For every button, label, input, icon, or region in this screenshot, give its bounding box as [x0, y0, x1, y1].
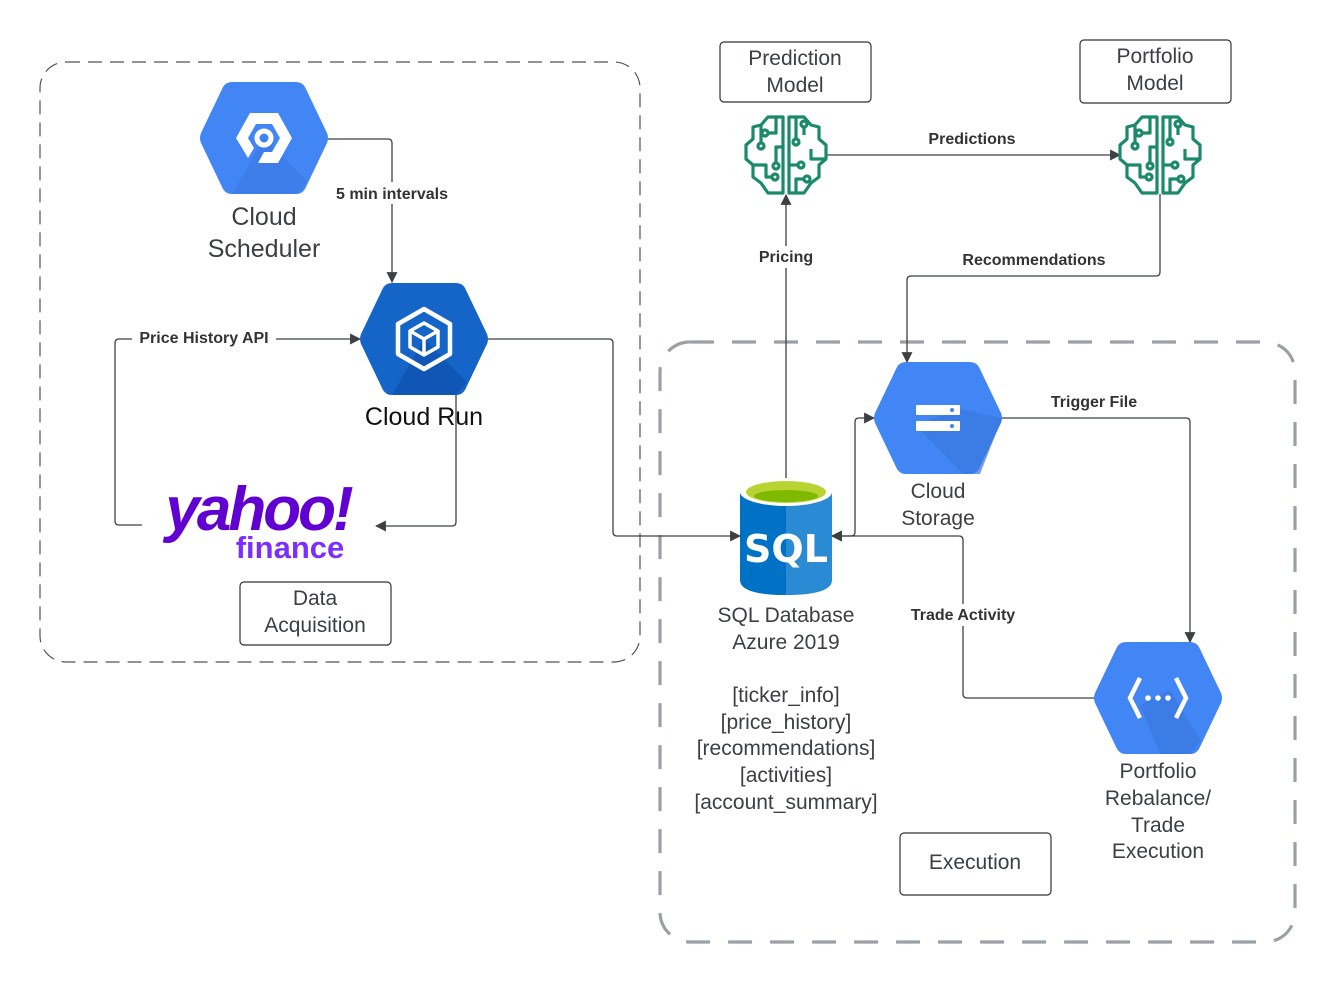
data-acquisition-group — [39, 61, 641, 663]
edge-scheduler-to-run — [328, 138, 398, 284]
sql-database-node[interactable]: SQL SQL Database Azure 2019 [ticker_info… — [694, 478, 878, 814]
edge-label-5-min-intervals: 5 min intervals — [336, 186, 448, 203]
sql-table-name: [ticker_info] — [732, 684, 839, 707]
portfolio-rebalance-node[interactable]: Portfolio Rebalance/ Trade Execution — [1094, 642, 1222, 863]
cloud-run-node[interactable]: Cloud Run — [360, 283, 488, 431]
edge-label-pricing: Pricing — [759, 249, 813, 266]
edge-label-price-history-api: Price History API — [139, 330, 268, 347]
edge-label-recommendations: Recommendations — [962, 252, 1105, 269]
sql-database-label: Azure 2019 — [732, 631, 839, 654]
prediction-model-label: Model — [766, 74, 823, 97]
cloud-storage-label: Cloud — [911, 480, 966, 503]
sql-table-name: [recommendations] — [697, 737, 876, 760]
cloud-storage-node[interactable]: Cloud Storage — [874, 362, 1002, 530]
portfolio-model-label: Portfolio — [1116, 45, 1193, 68]
edge-label-trade-activity: Trade Activity — [911, 607, 1015, 624]
cloud-storage-label: Storage — [901, 507, 975, 530]
edge-run-to-sql — [488, 338, 742, 542]
portfolio-rebalance-label: Rebalance/ — [1105, 787, 1211, 810]
execution-label: Execution — [929, 851, 1021, 874]
portfolio-rebalance-label: Execution — [1112, 840, 1204, 863]
architecture-diagram: 5 min intervals Price History API Pricin… — [39, 39, 1297, 944]
sql-database-icon: SQL — [740, 478, 832, 595]
sql-table-name: [activities] — [740, 764, 832, 787]
prediction-model-label: Prediction — [748, 47, 841, 70]
sql-database-label: SQL Database — [718, 604, 855, 627]
portfolio-rebalance-label: Trade — [1131, 814, 1185, 837]
cloud-scheduler-label: Scheduler — [208, 235, 321, 263]
portfolio-rebalance-label: Portfolio — [1119, 760, 1196, 783]
edge-label-trigger-file: Trigger File — [1051, 394, 1137, 411]
cloud-run-label: Cloud Run — [365, 403, 483, 431]
yahoo-finance-logo[interactable]: yahoo! finance — [162, 475, 356, 565]
yahoo-logo-sub: finance — [236, 530, 345, 565]
portfolio-model-label: Model — [1126, 72, 1183, 95]
edge-label-predictions: Predictions — [928, 131, 1015, 148]
sql-table-name: [price_history] — [721, 711, 852, 734]
edge-sql-storage — [830, 412, 876, 542]
cloud-scheduler-node[interactable]: Cloud Scheduler — [200, 82, 328, 263]
edge-storage-to-rebalance — [1002, 417, 1196, 644]
prediction-brain-icon[interactable] — [744, 115, 828, 195]
portfolio-brain-icon[interactable] — [1118, 115, 1202, 195]
svg-text:SQL: SQL — [744, 527, 828, 571]
cloud-scheduler-label: Cloud — [231, 203, 296, 231]
sql-table-name: [account_summary] — [694, 791, 877, 814]
edge-portfolio-to-storage — [901, 194, 1161, 364]
